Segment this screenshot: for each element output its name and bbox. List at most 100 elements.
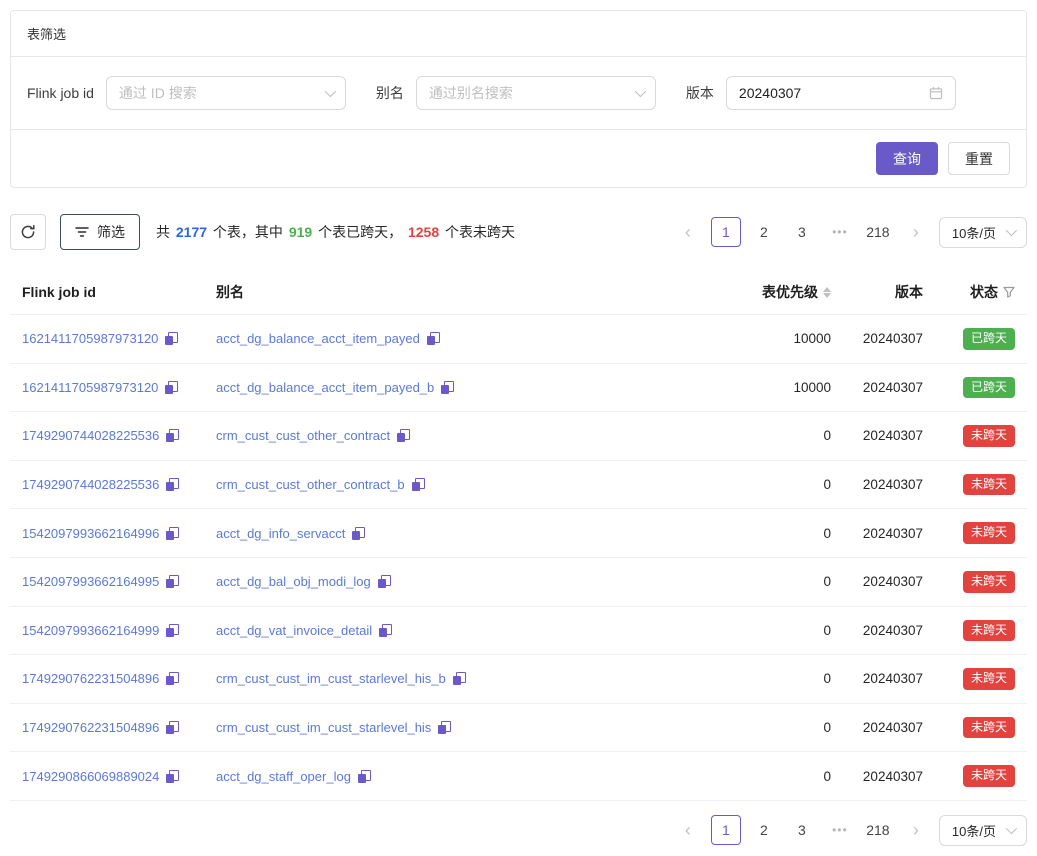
copy-icon[interactable] bbox=[378, 575, 391, 588]
status-badge: 未跨天 bbox=[963, 571, 1015, 593]
version-cell: 20240307 bbox=[839, 412, 931, 461]
copy-icon[interactable] bbox=[166, 770, 179, 783]
alias-link[interactable]: acct_dg_bal_obj_modi_log bbox=[216, 574, 371, 589]
copy-icon[interactable] bbox=[165, 381, 178, 394]
chevron-down-icon bbox=[635, 86, 646, 97]
sort-icon[interactable] bbox=[823, 287, 831, 298]
alias-link[interactable]: acct_dg_staff_oper_log bbox=[216, 769, 351, 784]
column-header-job-id: Flink job id bbox=[10, 272, 208, 315]
page-button-1[interactable]: 1 bbox=[711, 815, 741, 845]
alias-link[interactable]: acct_dg_vat_invoice_detail bbox=[216, 623, 372, 638]
page-button-218[interactable]: 218 bbox=[863, 815, 893, 845]
job-id-link[interactable]: 1749290866069889024 bbox=[22, 769, 159, 784]
page-button-2[interactable]: 2 bbox=[749, 815, 779, 845]
summary-mid1: 个表，其中 bbox=[209, 224, 287, 240]
job-id-link[interactable]: 1542097993662164999 bbox=[22, 623, 159, 638]
data-table: Flink job id 别名 表优先级 版本 状态 bbox=[10, 272, 1027, 801]
alias-link[interactable]: crm_cust_cust_other_contract bbox=[216, 428, 390, 443]
version-cell: 20240307 bbox=[839, 655, 931, 704]
prev-page-button[interactable]: ‹ bbox=[673, 217, 703, 247]
status-badge: 已跨天 bbox=[963, 377, 1015, 399]
page-size-select[interactable]: 10条/页 bbox=[939, 815, 1027, 846]
prev-page-button[interactable]: ‹ bbox=[673, 815, 703, 845]
copy-icon[interactable] bbox=[438, 721, 451, 734]
copy-icon[interactable] bbox=[441, 381, 454, 394]
query-button[interactable]: 查询 bbox=[876, 142, 938, 175]
copy-icon[interactable] bbox=[166, 672, 179, 685]
alias-link[interactable]: acct_dg_balance_acct_item_payed bbox=[216, 331, 420, 346]
summary-mid2: 个表已跨天， bbox=[314, 224, 406, 240]
table-header-row: Flink job id 别名 表优先级 版本 状态 bbox=[10, 272, 1027, 315]
copy-icon[interactable] bbox=[166, 575, 179, 588]
copy-icon[interactable] bbox=[358, 770, 371, 783]
page-button-2[interactable]: 2 bbox=[749, 217, 779, 247]
alias-link[interactable]: acct_dg_balance_acct_item_payed_b bbox=[216, 380, 434, 395]
table-row: 1621411705987973120 acct_dg_balance_acct… bbox=[10, 363, 1027, 412]
summary-text: 共 2177 个表，其中 919 个表已跨天， 1258 个表未跨天 bbox=[156, 222, 515, 242]
copy-icon[interactable] bbox=[379, 624, 392, 637]
filter-button-label: 筛选 bbox=[97, 222, 125, 242]
copy-icon[interactable] bbox=[166, 429, 179, 442]
page-size-select[interactable]: 10条/页 bbox=[939, 217, 1027, 248]
refresh-button[interactable] bbox=[10, 214, 46, 250]
page-ellipsis[interactable]: ••• bbox=[825, 815, 855, 845]
job-id-link[interactable]: 1621411705987973120 bbox=[22, 380, 158, 395]
filter-actions-row: 查询 重置 bbox=[11, 129, 1026, 187]
copy-icon[interactable] bbox=[165, 332, 178, 345]
page-button-3[interactable]: 3 bbox=[787, 815, 817, 845]
job-id-link[interactable]: 1621411705987973120 bbox=[22, 331, 158, 346]
priority-cell: 0 bbox=[689, 606, 839, 655]
copy-icon[interactable] bbox=[166, 527, 179, 540]
funnel-filter-icon[interactable] bbox=[1003, 286, 1015, 298]
job-id-link[interactable]: 1749290744028225536 bbox=[22, 428, 159, 443]
job-id-link[interactable]: 1542097993662164996 bbox=[22, 526, 159, 541]
page-button-3[interactable]: 3 bbox=[787, 217, 817, 247]
table-row: 1542097993662164996 acct_dg_info_servacc… bbox=[10, 509, 1027, 558]
table-row: 1749290762231504896 crm_cust_cust_im_cus… bbox=[10, 655, 1027, 704]
alias-select[interactable]: 通过别名搜索 bbox=[416, 76, 656, 110]
summary-prefix: 共 bbox=[156, 224, 174, 240]
job-id-link[interactable]: 1749290762231504896 bbox=[22, 671, 159, 686]
alias-link[interactable]: crm_cust_cust_im_cust_starlevel_his bbox=[216, 720, 431, 735]
alias-link[interactable]: crm_cust_cust_other_contract_b bbox=[216, 477, 405, 492]
filter-card-header: 表筛选 bbox=[11, 11, 1026, 57]
copy-icon[interactable] bbox=[397, 429, 410, 442]
column-header-status[interactable]: 状态 bbox=[931, 272, 1027, 315]
copy-icon[interactable] bbox=[166, 624, 179, 637]
priority-cell: 0 bbox=[689, 655, 839, 704]
copy-icon[interactable] bbox=[166, 478, 179, 491]
summary-suffix: 个表未跨天 bbox=[441, 224, 515, 240]
copy-icon[interactable] bbox=[352, 527, 365, 540]
pagination-bottom: ‹ 1 2 3 ••• 218 › 10条/页 bbox=[10, 815, 1027, 846]
status-badge: 未跨天 bbox=[963, 765, 1015, 787]
version-value: 20240307 bbox=[739, 85, 801, 101]
page-size-value: 10条/页 bbox=[952, 821, 996, 840]
page-ellipsis[interactable]: ••• bbox=[825, 217, 855, 247]
version-cell: 20240307 bbox=[839, 703, 931, 752]
version-date-input[interactable]: 20240307 bbox=[726, 76, 956, 110]
copy-icon[interactable] bbox=[453, 672, 466, 685]
job-id-link[interactable]: 1749290744028225536 bbox=[22, 477, 159, 492]
reset-button[interactable]: 重置 bbox=[948, 142, 1010, 175]
filter-card: 表筛选 Flink job id 通过 ID 搜索 别名 通过别名搜索 版本 bbox=[10, 10, 1027, 188]
filter-lines-icon bbox=[75, 226, 89, 238]
status-badge: 未跨天 bbox=[963, 522, 1015, 544]
copy-icon[interactable] bbox=[412, 478, 425, 491]
job-id-link[interactable]: 1542097993662164995 bbox=[22, 574, 159, 589]
filter-button[interactable]: 筛选 bbox=[60, 214, 140, 250]
table-row: 1749290744028225536 crm_cust_cust_other_… bbox=[10, 412, 1027, 461]
page-button-1[interactable]: 1 bbox=[711, 217, 741, 247]
page-button-218[interactable]: 218 bbox=[863, 217, 893, 247]
next-page-button[interactable]: › bbox=[901, 815, 931, 845]
column-header-priority[interactable]: 表优先级 bbox=[689, 272, 839, 315]
job-id-link[interactable]: 1749290762231504896 bbox=[22, 720, 159, 735]
flink-job-id-select[interactable]: 通过 ID 搜索 bbox=[106, 76, 346, 110]
copy-icon[interactable] bbox=[427, 332, 440, 345]
page-size-value: 10条/页 bbox=[952, 223, 996, 242]
table-row: 1749290744028225536 crm_cust_cust_other_… bbox=[10, 460, 1027, 509]
next-page-button[interactable]: › bbox=[901, 217, 931, 247]
alias-link[interactable]: acct_dg_info_servacct bbox=[216, 526, 345, 541]
alias-link[interactable]: crm_cust_cust_im_cust_starlevel_his_b bbox=[216, 671, 446, 686]
summary-crossed-count: 919 bbox=[289, 224, 312, 240]
copy-icon[interactable] bbox=[166, 721, 179, 734]
